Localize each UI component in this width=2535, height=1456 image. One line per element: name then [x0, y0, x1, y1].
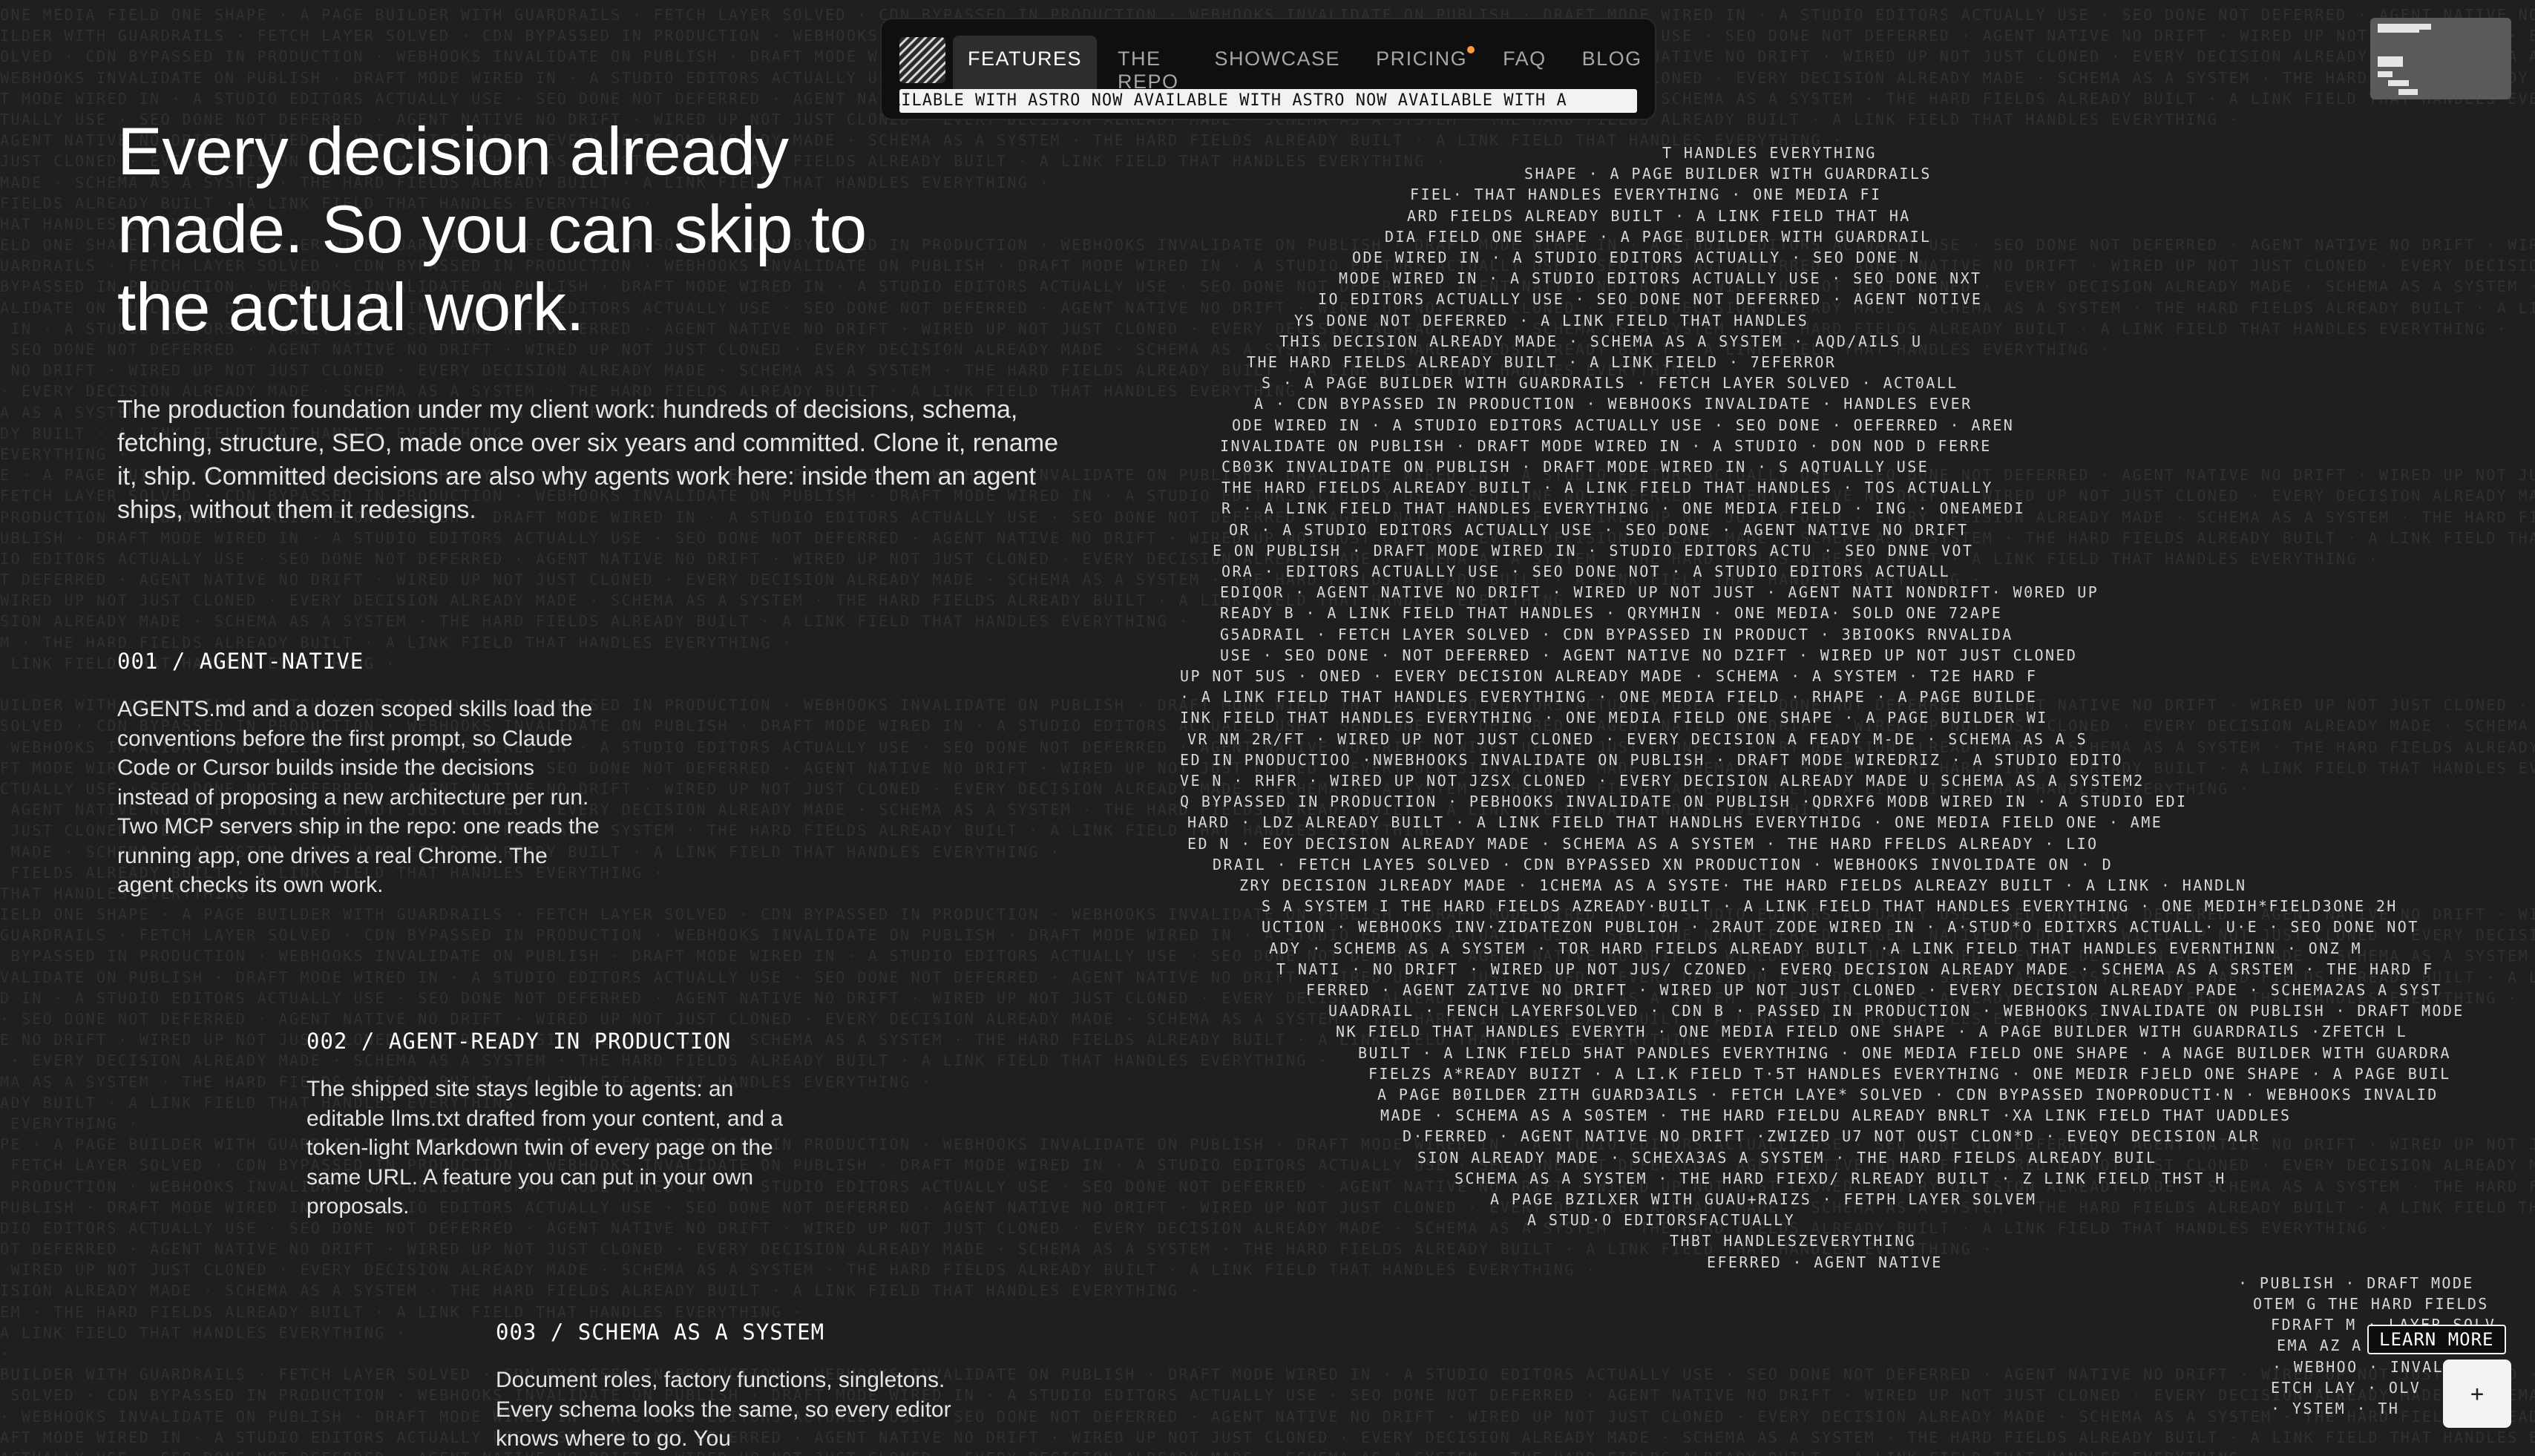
hero-subtitle: The production foundation under my clien…: [117, 396, 1059, 524]
feature-description: Document roles, factory functions, singl…: [496, 1368, 951, 1451]
plus-button[interactable]: +: [2443, 1360, 2511, 1428]
feature-heading: 003 / SCHEMA AS A SYSTEM: [496, 1319, 825, 1345]
tab-label: SHOWCASE: [1214, 47, 1341, 70]
ascii-row: IO EDITORS ACTUALLY USE · SEO DONE NOT D…: [0, 549, 2390, 568]
ascii-row: IELD ONE SHAPE · A PAGE BUILDER WITH GUA…: [0, 905, 2535, 924]
plus-icon: +: [2470, 1380, 2485, 1407]
ascii-row: · SEO DONE NOT DEFERRED · AGENT NATIVE N…: [0, 1010, 2133, 1028]
ticker-text: AILABLE WITH ASTRO NOW AVAILABLE WITH AS…: [899, 91, 1567, 110]
feature-description: AGENTS.md and a dozen scoped skills load…: [117, 697, 600, 897]
learn-more-button[interactable]: LEARN MORE: [2367, 1325, 2506, 1354]
ascii-row: GUARDRAILS · FETCH LAYER SOLVED · CDN BY…: [0, 926, 2535, 945]
ascii-row: D IN · A STUDIO EDITORS ACTUALLY USE · S…: [0, 988, 2530, 1007]
ascii-row: WIRED UP NOT JUST CLONED · EVERY DECISIO…: [0, 1261, 1608, 1279]
ascii-row: M · THE HARD FIELDS ALREADY BUILT · A LI…: [0, 633, 804, 652]
ascii-row: SOLVED · CDN BYPASSED IN PRODUCTION · WE…: [0, 1386, 2535, 1405]
ascii-row: BYPASSED IN PRODUCTION · WEBHOOKS INVALI…: [0, 947, 2535, 965]
tab-label: PRICING: [1376, 47, 1468, 70]
tab-label: FEATURES: [968, 47, 1083, 70]
ascii-row: T DEFERRED · AGENT NATIVE NO DRIFT · WIR…: [0, 571, 1994, 589]
tab-label: THE REPO: [1118, 47, 1179, 93]
ascii-row: OT DEFERRED · AGENT NATIVE NO DRIFT · WI…: [0, 1240, 2004, 1259]
ascii-row: EM · THE HARD FIELDS ALREADY BUILT · A L…: [0, 1302, 815, 1321]
feature-heading: 002 / AGENT-READY IN PRODUCTION: [306, 1029, 732, 1054]
feature-description: The shipped site stays legible to agents…: [306, 1077, 783, 1219]
ascii-row: SION ALREADY MADE · SCHEMA AS A SYSTEM ·…: [0, 612, 1201, 631]
page-minimap-thumbnail[interactable]: [2370, 18, 2511, 99]
ascii-row: ACTUALLY USE · SEO DONE NOT DEFERRED · A…: [0, 1448, 2535, 1456]
ascii-row: WIRED UP NOT JUST CLONED · EVERY DECISIO…: [0, 591, 1597, 610]
tab-label: FAQ: [1503, 47, 1547, 70]
hero-title: Every decision already made. So you can …: [117, 114, 867, 345]
ascii-row: A LINK FIELD THAT HANDLES EVERYTHING ·: [0, 1323, 419, 1342]
ascii-row: NO DRIFT · WIRED UP NOT JUST CLONED · EV…: [0, 361, 1726, 380]
ascii-row: AFT MODE WIRED IN · A STUDIO EDITORS ACT…: [0, 1428, 2535, 1446]
ascii-row: LINK FIELD THAT HANDLES EVERYTHING ·: [0, 654, 407, 672]
ascii-row: ·: [0, 1345, 22, 1362]
announcement-ticker[interactable]: AILABLE WITH ASTRO NOW AVAILABLE WITH AS…: [899, 89, 1637, 113]
ascii-row: [0, 674, 2535, 695]
ascii-row: ISION ALREADY MADE · SCHEMA AS A SYSTEM …: [0, 1282, 1211, 1300]
striped-logo-icon[interactable]: [899, 37, 945, 83]
ascii-row: VALIDATE ON PUBLISH · DRAFT MODE WIRED I…: [0, 968, 2535, 986]
ascii-row: BUILDER WITH GUARDRAILS · FETCH LAYER SO…: [0, 1365, 2535, 1384]
top-navigation: FEATURES THE REPO SHOWCASE PRICING FAQ B…: [880, 18, 1656, 120]
ascii-row: · WEBHOOKS INVALIDATE ON PUBLISH · DRAFT…: [0, 1407, 2535, 1426]
tab-label: BLOG: [1581, 47, 1642, 70]
feature-heading: 001 / AGENT-NATIVE: [117, 649, 364, 674]
notification-dot: [1467, 46, 1475, 53]
ascii-row: UBLISH · DRAFT MODE WIRED IN · A STUDIO …: [0, 528, 2535, 547]
